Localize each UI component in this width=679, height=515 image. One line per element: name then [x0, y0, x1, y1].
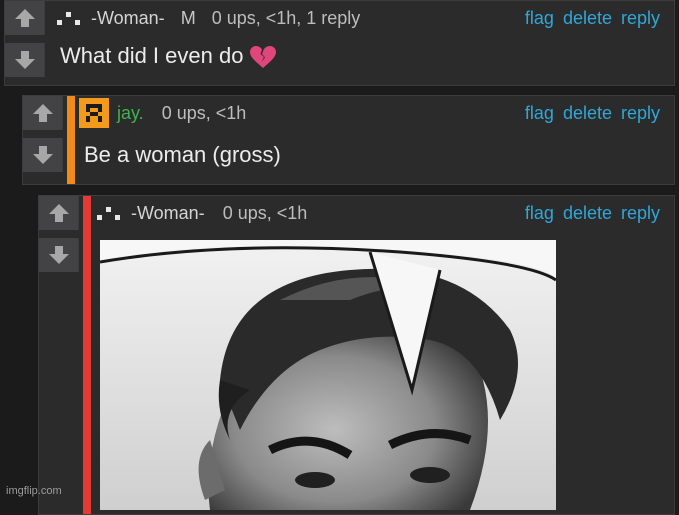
delete-link[interactable]: delete [563, 103, 612, 124]
username[interactable]: -Woman- [131, 203, 205, 224]
arrow-down-icon [48, 246, 69, 264]
comment-image[interactable] [100, 240, 556, 510]
user-avatar[interactable] [55, 8, 85, 28]
meme-image [100, 240, 556, 510]
vote-controls [23, 96, 63, 172]
vote-controls [5, 1, 45, 77]
comment-text-content: What did I even do [60, 43, 244, 68]
comment-header: jay. 0 ups, <1h flag delete reply [79, 96, 674, 130]
watermark: imgflip.com [6, 485, 62, 497]
comment-meta: 0 ups, <1h [161, 102, 247, 123]
comment-header: -Woman- 0 ups, <1h flag delete reply [95, 196, 674, 230]
username[interactable]: -Woman- [91, 8, 165, 29]
thread-bar [83, 196, 91, 514]
flag-link[interactable]: flag [525, 203, 554, 224]
delete-link[interactable]: delete [563, 8, 612, 29]
arrow-up-icon [32, 104, 53, 122]
user-avatar[interactable] [79, 98, 109, 128]
flag-link[interactable]: flag [525, 8, 554, 29]
user-badge: M [180, 7, 196, 28]
user-avatar[interactable] [95, 203, 125, 223]
flag-link[interactable]: flag [525, 103, 554, 124]
upvote-button[interactable] [5, 1, 45, 35]
delete-link[interactable]: delete [563, 203, 612, 224]
thread-bar [67, 96, 75, 184]
comment-actions: flag delete reply [525, 8, 660, 29]
arrow-up-icon [14, 9, 35, 27]
comment-2: jay. 0 ups, <1h flag delete reply Be a w… [22, 95, 675, 185]
downvote-button[interactable] [23, 138, 63, 172]
comment-header: -Woman- M 0 ups, <1h, 1 reply flag delet… [55, 1, 674, 35]
username[interactable]: jay. [117, 103, 144, 124]
vote-controls [39, 196, 79, 272]
comment-actions: flag delete reply [525, 103, 660, 124]
comment-actions: flag delete reply [525, 203, 660, 224]
downvote-button[interactable] [39, 238, 79, 272]
reply-link[interactable]: reply [621, 103, 660, 124]
downvote-button[interactable] [5, 43, 45, 77]
arrow-down-icon [14, 51, 35, 69]
comment-text: Be a woman (gross) [84, 142, 281, 167]
upvote-button[interactable] [23, 96, 63, 130]
comment-meta: 0 ups, <1h [222, 202, 308, 223]
reply-link[interactable]: reply [621, 203, 660, 224]
comment-1: -Woman- M 0 ups, <1h, 1 reply flag delet… [4, 0, 675, 86]
arrow-down-icon [32, 146, 53, 164]
upvote-button[interactable] [39, 196, 79, 230]
comment-meta: 0 ups, <1h, 1 reply [211, 7, 361, 28]
comment-text: What did I even do [60, 43, 277, 69]
broken-heart-icon [250, 46, 277, 69]
reply-link[interactable]: reply [621, 8, 660, 29]
arrow-up-icon [48, 204, 69, 222]
